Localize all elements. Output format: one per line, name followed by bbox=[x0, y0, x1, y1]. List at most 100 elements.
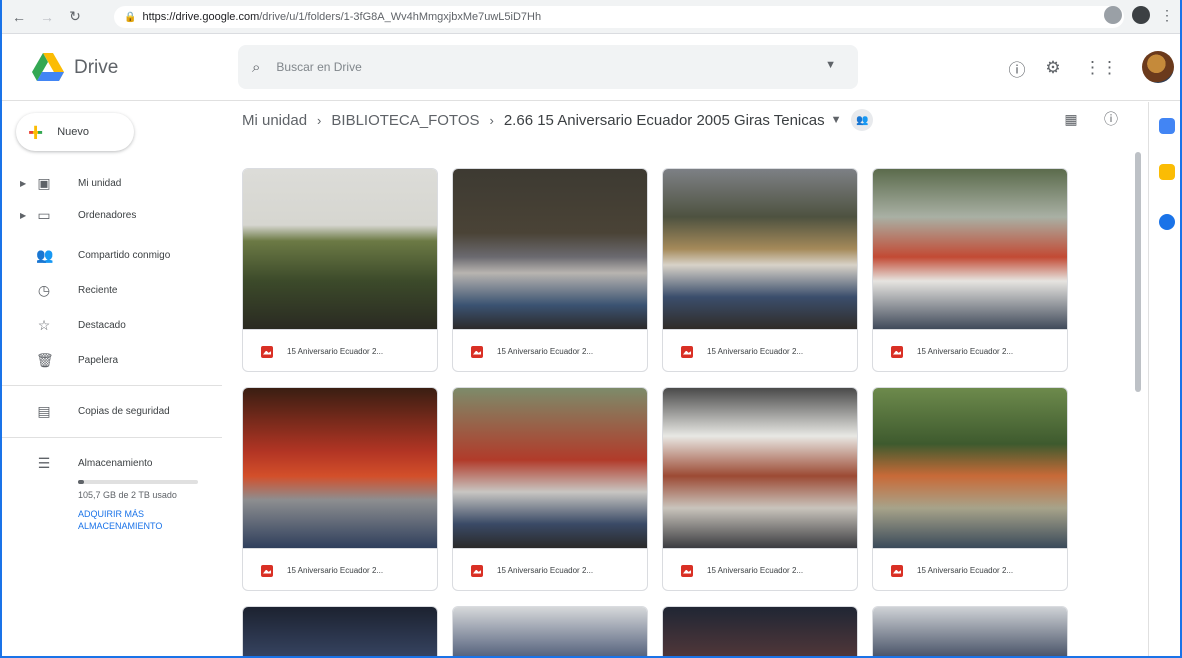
shared-folder-icon[interactable]: 👥 bbox=[851, 109, 874, 131]
drive-folder-icon: ▣ bbox=[37, 174, 51, 191]
url-host: https://drive.google.com bbox=[142, 11, 260, 23]
sidebar-item-label: Mi unidad bbox=[78, 177, 122, 189]
photo-thumbnail[interactable] bbox=[663, 607, 857, 656]
image-file-icon bbox=[891, 345, 903, 358]
file-name: 15 Aniversario Ecuador 2... bbox=[917, 347, 1014, 356]
breadcrumb-folder[interactable]: BIBLIOTECA_FOTOS bbox=[331, 112, 479, 129]
sidebar-item-shared[interactable]: 👥 Compartido conmigo bbox=[2, 240, 222, 270]
file-card[interactable] bbox=[242, 606, 438, 656]
browser-toolbar: ← → ↻ 🔒 https://drive.google.com /drive/… bbox=[2, 0, 1180, 34]
file-card[interactable]: 15 Aniversario Ecuador 2... bbox=[662, 168, 858, 372]
new-button[interactable]: + Nuevo bbox=[16, 113, 134, 151]
photo-thumbnail[interactable] bbox=[873, 607, 1067, 656]
file-card[interactable]: 15 Aniversario Ecuador 2... bbox=[872, 168, 1068, 372]
scrollbar[interactable] bbox=[1132, 150, 1142, 650]
help-icon[interactable]: ⓘ bbox=[1006, 57, 1028, 80]
photo-thumbnail[interactable] bbox=[453, 388, 647, 548]
sidebar-item-computers[interactable]: ▶ ▭ Ordenadores bbox=[2, 200, 222, 230]
sidebar-item-label: Papelera bbox=[78, 354, 119, 366]
plus-icon: + bbox=[28, 117, 44, 147]
search-icon[interactable]: ⌕ bbox=[252, 59, 260, 76]
file-card-footer[interactable]: 15 Aniversario Ecuador 2... bbox=[663, 329, 857, 371]
photo-thumbnail[interactable] bbox=[243, 169, 437, 329]
file-name: 15 Aniversario Ecuador 2... bbox=[287, 566, 384, 575]
photo-thumbnail[interactable] bbox=[243, 607, 437, 656]
settings-gear-icon[interactable]: ⚙ bbox=[1042, 57, 1064, 79]
file-card[interactable] bbox=[452, 606, 648, 656]
sidebar-item-trash[interactable]: 🗑 Papelera bbox=[2, 345, 222, 375]
list-view-icon[interactable]: ▦ bbox=[1060, 108, 1082, 130]
image-file-icon bbox=[261, 345, 273, 358]
sidebar-divider bbox=[2, 437, 222, 438]
photo-thumbnail[interactable] bbox=[453, 607, 647, 656]
file-card[interactable] bbox=[872, 606, 1068, 656]
scrollbar-thumb[interactable] bbox=[1135, 152, 1141, 392]
image-file-icon bbox=[681, 345, 693, 358]
sidebar-item-backups[interactable]: ▤ Copias de seguridad bbox=[2, 396, 222, 426]
file-card-footer[interactable]: 15 Aniversario Ecuador 2... bbox=[453, 329, 647, 371]
sidebar-item-starred[interactable]: ☆ Destacado bbox=[2, 310, 222, 340]
file-card-footer[interactable]: 15 Aniversario Ecuador 2... bbox=[663, 548, 857, 590]
sidebar-item-label: Compartido conmigo bbox=[78, 249, 171, 261]
file-card[interactable]: 15 Aniversario Ecuador 2... bbox=[872, 387, 1068, 591]
new-button-label: Nuevo bbox=[57, 126, 89, 138]
url-path: /drive/u/1/folders/1-3fG8A_Wv4hMmgxjbxMe… bbox=[259, 11, 542, 23]
apps-grid-icon[interactable]: ⋮⋮ bbox=[1084, 57, 1118, 79]
info-icon[interactable]: ⓘ bbox=[1100, 108, 1122, 130]
file-card[interactable]: 15 Aniversario Ecuador 2... bbox=[242, 387, 438, 591]
avatar[interactable] bbox=[1142, 51, 1174, 83]
file-card-footer[interactable]: 15 Aniversario Ecuador 2... bbox=[243, 329, 437, 371]
tasks-icon[interactable] bbox=[1159, 214, 1175, 230]
chevron-down-icon[interactable]: ▼ bbox=[831, 114, 842, 126]
sidebar-item-recent[interactable]: ◷ Reciente bbox=[2, 275, 222, 305]
app-brand: Drive bbox=[74, 57, 119, 78]
storage-progress-fill bbox=[78, 480, 84, 484]
file-card-footer[interactable]: 15 Aniversario Ecuador 2... bbox=[453, 548, 647, 590]
photo-thumbnail[interactable] bbox=[663, 169, 857, 329]
calendar-icon[interactable] bbox=[1159, 118, 1175, 134]
expand-arrow-icon[interactable]: ▶ bbox=[20, 211, 26, 220]
backup-icon: ▤ bbox=[37, 402, 51, 419]
photo-thumbnail[interactable] bbox=[873, 388, 1067, 548]
buy-storage-link[interactable]: ADQUIRIR MÁS ALMACENAMIENTO bbox=[78, 508, 188, 532]
drive-logo-icon[interactable] bbox=[32, 53, 64, 81]
lock-icon: 🔒 bbox=[124, 11, 137, 23]
extension-icon[interactable] bbox=[1104, 6, 1122, 24]
photo-thumbnail[interactable] bbox=[663, 388, 857, 548]
sidebar-item-label: Reciente bbox=[78, 284, 118, 296]
storage-progress-bar bbox=[78, 480, 198, 484]
image-file-icon bbox=[471, 564, 483, 577]
expand-arrow-icon[interactable]: ▶ bbox=[20, 179, 26, 188]
star-icon: ☆ bbox=[37, 316, 51, 333]
photo-thumbnail[interactable] bbox=[453, 169, 647, 329]
browser-menu-icon[interactable]: ⋮ bbox=[1160, 7, 1174, 24]
sidebar-item-storage[interactable]: ☰ Almacenamiento bbox=[2, 448, 222, 478]
storage-used-text: 105,7 GB de 2 TB usado bbox=[78, 490, 177, 500]
search-placeholder: Buscar en Drive bbox=[276, 60, 362, 74]
forward-icon[interactable]: → bbox=[36, 6, 58, 28]
breadcrumb-root[interactable]: Mi unidad bbox=[242, 112, 307, 129]
photo-thumbnail[interactable] bbox=[243, 388, 437, 548]
sidebar-item-label: Ordenadores bbox=[78, 209, 137, 221]
keep-icon[interactable] bbox=[1159, 164, 1175, 180]
search-options-icon[interactable]: ▼ bbox=[825, 59, 836, 71]
photo-thumbnail[interactable] bbox=[873, 169, 1067, 329]
file-card[interactable]: 15 Aniversario Ecuador 2... bbox=[242, 168, 438, 372]
address-bar[interactable]: 🔒 https://drive.google.com /drive/u/1/fo… bbox=[114, 6, 1124, 28]
back-icon[interactable]: ← bbox=[8, 6, 30, 28]
breadcrumb-current[interactable]: 2.66 15 Aniversario Ecuador 2005 Giras T… bbox=[504, 112, 825, 129]
file-card-footer[interactable]: 15 Aniversario Ecuador 2... bbox=[873, 329, 1067, 371]
file-card-footer[interactable]: 15 Aniversario Ecuador 2... bbox=[873, 548, 1067, 590]
computer-icon: ▭ bbox=[37, 206, 51, 223]
reload-icon[interactable]: ↻ bbox=[64, 6, 86, 28]
file-card[interactable] bbox=[662, 606, 858, 656]
sidebar-item-label: Copias de seguridad bbox=[78, 405, 170, 417]
profile-icon[interactable] bbox=[1132, 6, 1150, 24]
sidebar-item-my-drive[interactable]: ▶ ▣ Mi unidad bbox=[2, 168, 222, 198]
side-panel bbox=[1148, 102, 1180, 656]
file-card[interactable]: 15 Aniversario Ecuador 2... bbox=[452, 168, 648, 372]
file-card[interactable]: 15 Aniversario Ecuador 2... bbox=[452, 387, 648, 591]
file-card[interactable]: 15 Aniversario Ecuador 2... bbox=[662, 387, 858, 591]
file-card-footer[interactable]: 15 Aniversario Ecuador 2... bbox=[243, 548, 437, 590]
search-input[interactable]: ⌕ Buscar en Drive ▼ bbox=[238, 45, 858, 89]
